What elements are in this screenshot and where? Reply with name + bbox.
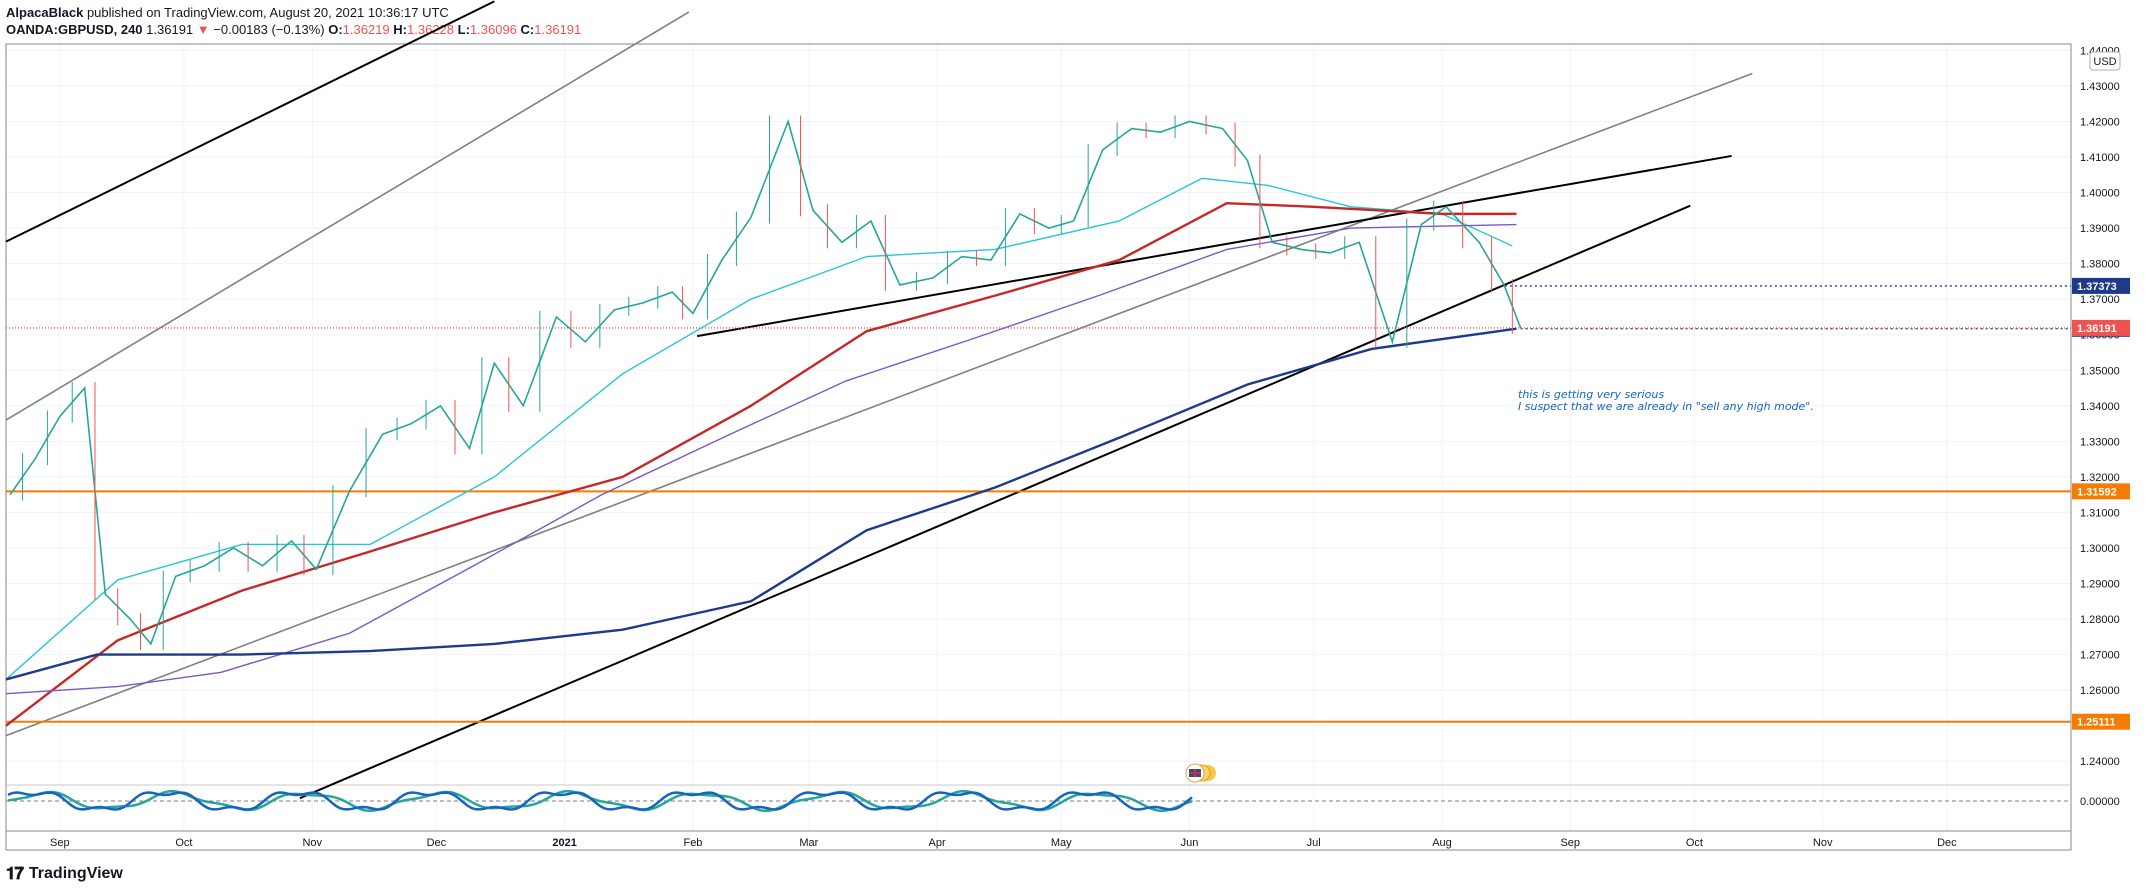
- y-tick-label: 1.43000: [2080, 81, 2120, 93]
- x-tick-label: Mar: [799, 837, 818, 849]
- y-tick-label: 1.28000: [2080, 614, 2120, 626]
- price-labels: 1.315921.251111.373731.361671.36191: [2072, 277, 2130, 730]
- y-tick-label: 1.37000: [2080, 294, 2120, 306]
- x-tick-label: May: [1051, 837, 1072, 849]
- y-tick-label: 1.26000: [2080, 685, 2120, 697]
- y-tick-label: 1.40000: [2080, 188, 2120, 200]
- trend-lines[interactable]: [5, 0, 1753, 800]
- chart-frame: [5, 43, 2072, 851]
- footer-brand[interactable]: TradingView: [29, 865, 123, 883]
- trend-line: [5, 72, 1753, 737]
- price-tag-label: 1.36191: [2077, 323, 2117, 335]
- price-chart[interactable]: 0.00000 1.240001.250001.260001.270001.28…: [0, 0, 2147, 893]
- x-tick-label: Oct: [1686, 837, 1703, 849]
- x-tick-label: Sep: [1560, 837, 1580, 849]
- time-axis[interactable]: Sep Oct Nov Dec 2021 Feb Mar Apr May Jun Jul Aug Sep…: [50, 837, 1957, 849]
- moving-average-line: [5, 327, 1517, 681]
- uk-flag-icon[interactable]: [1185, 763, 1216, 783]
- x-tick-label: Dec: [1937, 837, 1957, 849]
- footer: 𝟏𝟕 TradingView: [6, 864, 123, 884]
- x-tick-label: Jun: [1181, 837, 1199, 849]
- currency-label: USD: [2093, 56, 2116, 68]
- y-tick-label: 1.35000: [2080, 365, 2120, 377]
- x-tick-label: Jul: [1307, 837, 1321, 849]
- price-tag-label: 1.37373: [2077, 281, 2117, 293]
- moving-average-line: [5, 202, 1517, 727]
- y-tick-label: 1.33000: [2080, 436, 2120, 448]
- price-axis[interactable]: 1.240001.250001.260001.270001.280001.290…: [2080, 45, 2120, 768]
- chart-grid: [6, 44, 2071, 831]
- osc-zero-label: 0.00000: [2080, 796, 2120, 808]
- price-series: [9, 115, 1522, 650]
- x-tick-label: Aug: [1432, 837, 1452, 849]
- price-tag-label: 1.25111: [2077, 717, 2116, 729]
- y-tick-label: 1.41000: [2080, 152, 2120, 164]
- price-tag-label: 1.31592: [2077, 486, 2117, 498]
- y-tick-label: 1.24000: [2080, 756, 2120, 768]
- y-tick-label: 1.29000: [2080, 578, 2120, 590]
- horizontal-levels[interactable]: [6, 285, 2071, 723]
- currency-button[interactable]: USD: [2089, 51, 2121, 71]
- trend-line: [696, 154, 1732, 338]
- x-tick-label: 2021: [552, 837, 576, 849]
- x-tick-label: Dec: [427, 837, 447, 849]
- annotation-line-2[interactable]: I suspect that we are already in "sell a…: [1518, 400, 1814, 413]
- x-tick-label: Apr: [929, 837, 946, 849]
- x-tick-label: Nov: [302, 837, 322, 849]
- y-tick-label: 1.32000: [2080, 472, 2120, 484]
- x-tick-label: Feb: [683, 837, 702, 849]
- y-tick-label: 1.34000: [2080, 401, 2120, 413]
- y-tick-label: 1.30000: [2080, 543, 2120, 555]
- y-tick-label: 1.31000: [2080, 507, 2120, 519]
- y-tick-label: 1.27000: [2080, 650, 2120, 662]
- price-line: [9, 118, 1522, 646]
- x-tick-label: Nov: [1813, 837, 1833, 849]
- oscillator-pane: 0.00000: [6, 789, 2120, 813]
- y-tick-label: 1.38000: [2080, 259, 2120, 271]
- tradingview-logo-icon[interactable]: 𝟏𝟕: [6, 864, 24, 884]
- y-tick-label: 1.39000: [2080, 223, 2120, 235]
- x-tick-label: Oct: [175, 837, 192, 849]
- y-tick-label: 1.42000: [2080, 116, 2120, 128]
- x-tick-label: Sep: [50, 837, 70, 849]
- moving-averages: [5, 177, 1517, 727]
